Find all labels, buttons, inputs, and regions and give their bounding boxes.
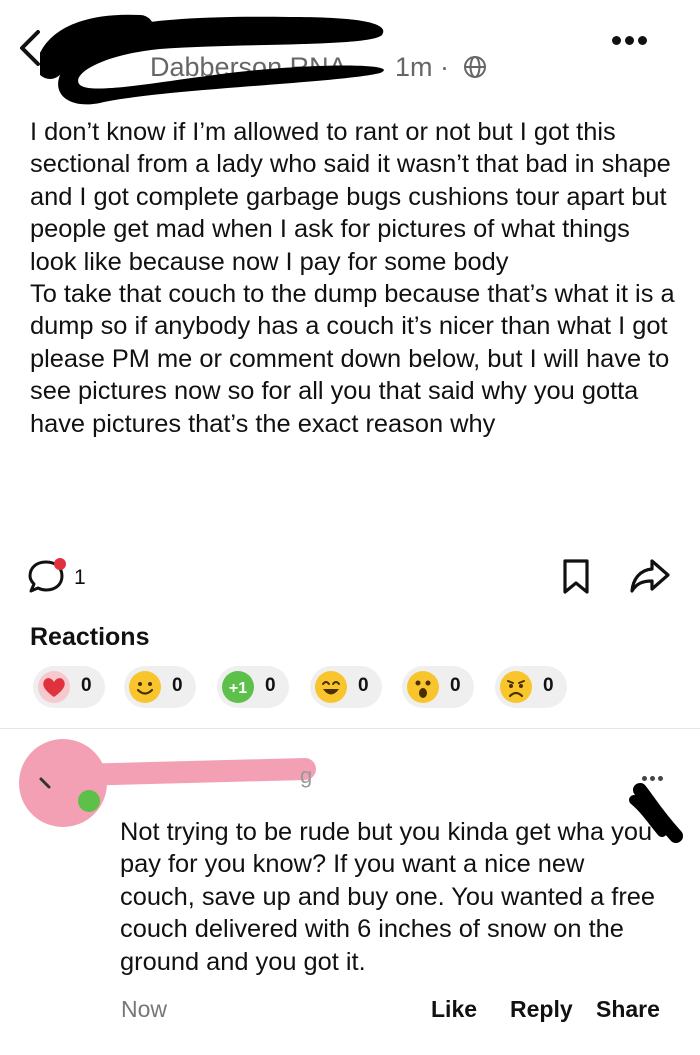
reaction-smile[interactable]: 0: [124, 666, 196, 708]
like-button[interactable]: Like: [431, 996, 477, 1023]
reaction-grin[interactable]: 0: [310, 666, 382, 708]
reaction-count: 0: [358, 675, 369, 696]
sad-icon: [500, 671, 532, 703]
post-timestamp: 1m: [395, 52, 433, 82]
comment-time: Now: [121, 996, 168, 1022]
comment-bubble-icon: [28, 558, 66, 593]
smile-icon: [129, 671, 161, 703]
reaction-sad[interactable]: 0: [495, 666, 567, 708]
reaction-heart[interactable]: 0: [33, 666, 105, 708]
redaction-scribble: [40, 14, 384, 105]
dot-icon: [612, 36, 621, 45]
post-paragraph: I don’t know if I’m allowed to rant or n…: [30, 118, 671, 276]
notification-dot: [54, 558, 66, 570]
comment-button[interactable]: 1: [26, 556, 116, 596]
reactions-title: Reactions: [30, 623, 150, 651]
dot-icon: [638, 36, 647, 45]
divider: [0, 728, 700, 729]
reply-button[interactable]: Reply: [510, 996, 573, 1023]
post-paragraph: To take that couch to the dump because t…: [30, 280, 675, 438]
reaction-count: 0: [172, 675, 183, 696]
globe-icon: [463, 56, 486, 78]
share-button[interactable]: [628, 556, 672, 596]
reaction-plus-one[interactable]: +1 0: [217, 666, 289, 708]
bookmark-button[interactable]: [561, 558, 591, 596]
comment-count: 1: [74, 566, 86, 589]
reaction-count: 0: [81, 675, 92, 696]
wow-icon: [407, 671, 439, 703]
reaction-count: 0: [265, 675, 276, 696]
comment-text: Not trying to be rude but you kinda get …: [120, 818, 656, 976]
comment-share-button[interactable]: Share: [596, 996, 660, 1023]
reaction-count: 0: [450, 675, 461, 696]
grin-icon: [315, 671, 347, 703]
dot-icon: [625, 36, 634, 45]
bookmark-icon: [563, 559, 589, 594]
plus-one-label: +1: [229, 680, 247, 697]
redaction-scribble: [629, 783, 683, 843]
share-arrow-icon: [630, 559, 670, 593]
post-body: I don’t know if I’m allowed to rant or n…: [30, 116, 680, 440]
heart-icon: [38, 671, 70, 703]
more-options-button[interactable]: [612, 32, 660, 52]
reaction-wow[interactable]: 0: [402, 666, 474, 708]
plus-one-icon: +1: [222, 671, 254, 703]
separator: ·: [440, 52, 450, 82]
reaction-count: 0: [543, 675, 554, 696]
comment-more-button[interactable]: [642, 768, 668, 781]
commenter-name-partial: g: [300, 763, 312, 788]
